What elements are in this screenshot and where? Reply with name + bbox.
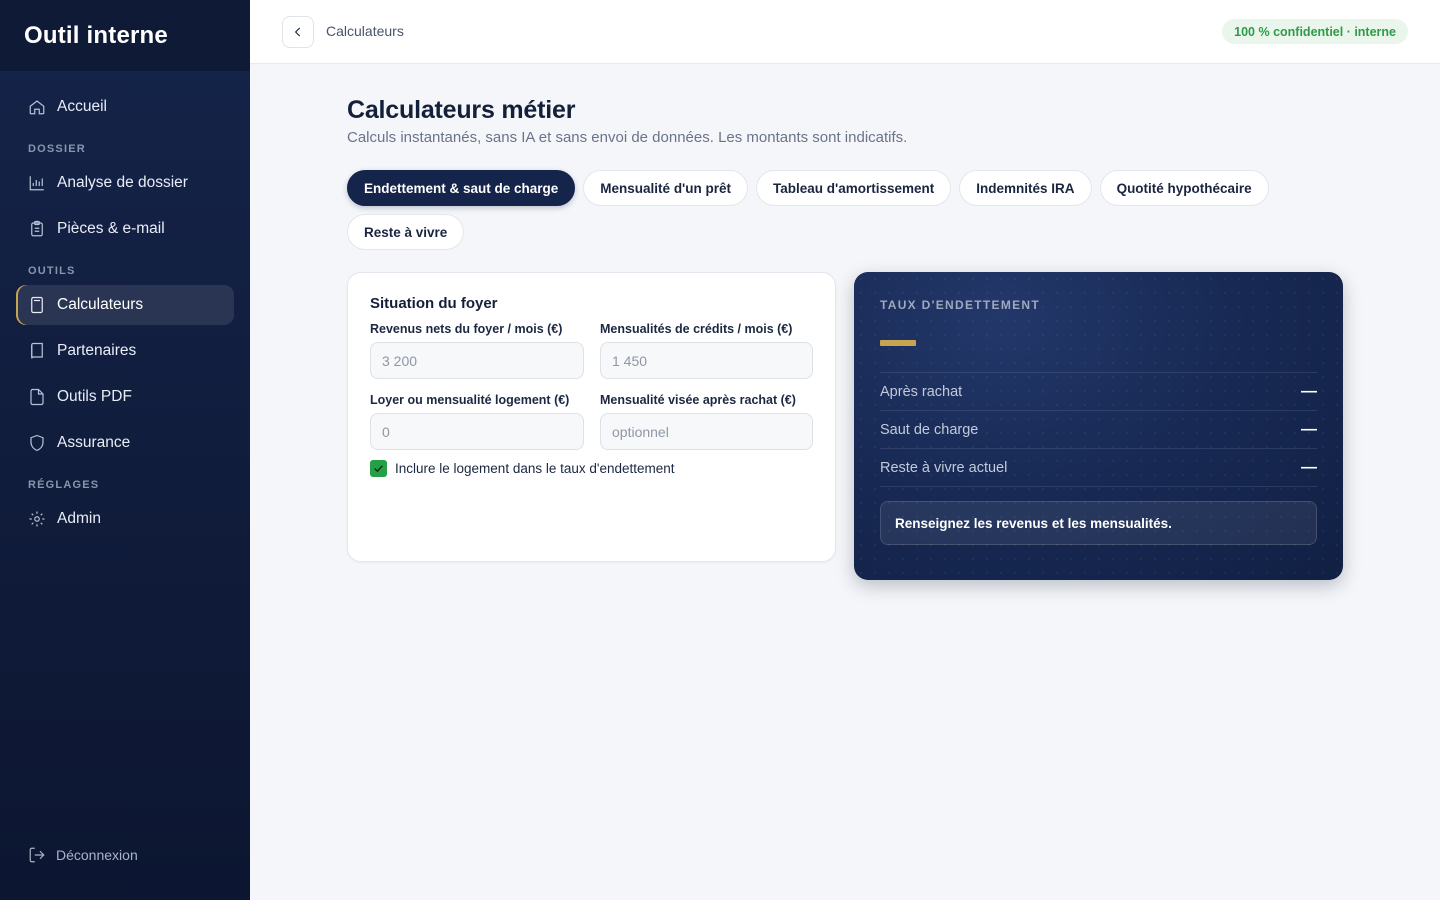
loyer-label: Loyer ou mensualité logement (€) bbox=[370, 393, 570, 407]
home-icon bbox=[28, 98, 46, 116]
field-mensualites: Mensualités de crédits / mois (€) bbox=[600, 322, 813, 379]
tab-quotite[interactable]: Quotité hypothécaire bbox=[1099, 170, 1269, 206]
sidebar-item-assurance[interactable]: Assurance bbox=[16, 423, 234, 463]
sidebar-item-label: Outils PDF bbox=[57, 388, 132, 405]
sidebar-nav: Accueil DOSSIER Analyse de dossier Pièce… bbox=[0, 71, 250, 539]
logout-icon bbox=[29, 847, 45, 863]
tab-indemnites-ira[interactable]: Indemnités IRA bbox=[959, 170, 1092, 206]
calculator-icon bbox=[28, 296, 46, 314]
result-row-value: — bbox=[1301, 458, 1317, 476]
sidebar-item-label: Partenaires bbox=[57, 342, 137, 359]
calculator-tabs: Endettement & saut de charge Mensualité … bbox=[347, 170, 1287, 250]
logout-label: Déconnexion bbox=[56, 847, 138, 863]
sidebar-item-label: Accueil bbox=[57, 98, 107, 115]
sidebar-item-label: Pièces & e-mail bbox=[57, 220, 165, 237]
sidebar-item-label: Admin bbox=[57, 510, 101, 527]
loyer-input[interactable] bbox=[370, 413, 584, 450]
sidebar-item-outils-pdf[interactable]: Outils PDF bbox=[16, 377, 234, 417]
breadcrumb: Calculateurs bbox=[326, 23, 404, 39]
field-visee: Mensualité visée après rachat (€) bbox=[600, 393, 813, 450]
result-row-value: — bbox=[1301, 420, 1317, 438]
mensualites-input[interactable] bbox=[600, 342, 813, 379]
sidebar-item-calculateurs[interactable]: Calculateurs bbox=[16, 285, 234, 325]
revenus-input[interactable] bbox=[370, 342, 584, 379]
book-icon bbox=[28, 342, 46, 360]
field-revenus: Revenus nets du foyer / mois (€) bbox=[370, 322, 584, 379]
empty-value-dash bbox=[880, 340, 916, 346]
field-loyer: Loyer ou mensualité logement (€) bbox=[370, 393, 584, 450]
result-row-label: Saut de charge bbox=[880, 421, 979, 438]
mensualites-label: Mensualités de crédits / mois (€) bbox=[600, 322, 793, 336]
result-rows: Après rachat — Saut de charge — Reste à … bbox=[880, 372, 1317, 487]
page-title: Calculateurs métier bbox=[347, 96, 576, 124]
confidential-badge: 100 % confidentiel · interne bbox=[1222, 19, 1408, 44]
result-row: Après rachat — bbox=[880, 373, 1317, 411]
sidebar-section-outils: OUTILS bbox=[28, 265, 76, 277]
result-row-label: Après rachat bbox=[880, 383, 963, 400]
sidebar-section-dossier: DOSSIER bbox=[28, 143, 86, 155]
chevron-left-icon bbox=[294, 27, 301, 37]
sidebar-section-reglages: RÉGLAGES bbox=[28, 479, 100, 491]
result-note: Renseignez les revenus et les mensualité… bbox=[880, 501, 1317, 545]
sidebar-item-analyse[interactable]: Analyse de dossier bbox=[16, 163, 234, 203]
tab-mensualite[interactable]: Mensualité d'un prêt bbox=[583, 170, 749, 206]
sidebar-item-pieces[interactable]: Pièces & e-mail bbox=[16, 209, 234, 249]
checkbox-checked[interactable] bbox=[370, 460, 387, 477]
include-housing-label: Inclure le logement dans le taux d'endet… bbox=[395, 461, 675, 476]
logout-button[interactable]: Déconnexion bbox=[28, 846, 138, 864]
result-label: TAUX D'ENDETTEMENT bbox=[880, 298, 1041, 312]
top-bar: Calculateurs 100 % confidentiel · intern… bbox=[250, 0, 1440, 64]
shield-icon bbox=[28, 434, 46, 452]
check-icon bbox=[374, 465, 383, 473]
result-row-value: — bbox=[1301, 382, 1317, 400]
result-row: Saut de charge — bbox=[880, 411, 1317, 449]
app-title: Outil interne bbox=[0, 0, 250, 71]
tab-endettement[interactable]: Endettement & saut de charge bbox=[347, 170, 576, 206]
page-subtitle: Calculs instantanés, sans IA et sans env… bbox=[347, 129, 908, 146]
visee-label: Mensualité visée après rachat (€) bbox=[600, 393, 796, 407]
sidebar-item-accueil[interactable]: Accueil bbox=[16, 87, 234, 127]
sidebar-item-label: Analyse de dossier bbox=[57, 174, 188, 191]
file-icon bbox=[28, 388, 46, 406]
include-housing-checkbox[interactable]: Inclure le logement dans le taux d'endet… bbox=[370, 460, 813, 477]
household-form-card: Situation du foyer Revenus nets du foyer… bbox=[347, 272, 836, 562]
bar-chart-icon bbox=[28, 174, 46, 192]
sidebar-item-label: Calculateurs bbox=[57, 296, 144, 313]
debt-ratio-value bbox=[880, 328, 1317, 358]
back-button[interactable] bbox=[282, 16, 314, 48]
visee-input[interactable] bbox=[600, 413, 813, 450]
form-title: Situation du foyer bbox=[370, 295, 498, 312]
gear-icon bbox=[28, 510, 46, 528]
result-row-label: Reste à vivre actuel bbox=[880, 459, 1008, 476]
revenus-label: Revenus nets du foyer / mois (€) bbox=[370, 322, 563, 336]
sidebar: Outil interne Accueil DOSSIER Analyse de… bbox=[0, 0, 250, 900]
tab-reste-a-vivre[interactable]: Reste à vivre bbox=[347, 214, 465, 250]
form-grid: Revenus nets du foyer / mois (€) Mensual… bbox=[370, 322, 813, 450]
sidebar-item-label: Assurance bbox=[57, 434, 131, 451]
debt-ratio-result-card: TAUX D'ENDETTEMENT Après rachat — Saut d… bbox=[854, 272, 1343, 580]
result-row: Reste à vivre actuel — bbox=[880, 449, 1317, 487]
clipboard-icon bbox=[28, 220, 46, 238]
sidebar-item-partenaires[interactable]: Partenaires bbox=[16, 331, 234, 371]
tab-amortissement[interactable]: Tableau d'amortissement bbox=[756, 170, 952, 206]
sidebar-item-admin[interactable]: Admin bbox=[16, 499, 234, 539]
